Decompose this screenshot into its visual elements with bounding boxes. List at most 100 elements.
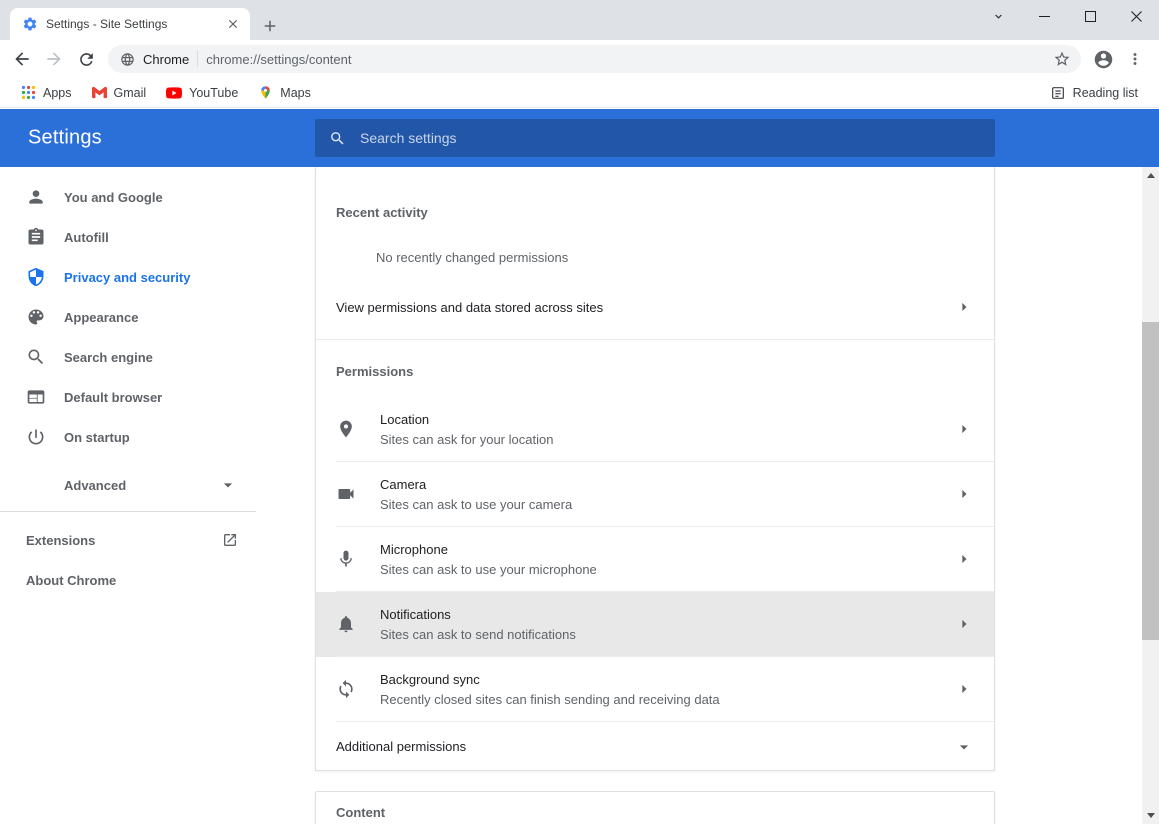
sidebar-item-search-engine[interactable]: Search engine xyxy=(0,337,256,377)
permission-subtitle: Recently closed sites can finish sending… xyxy=(380,692,720,707)
bookmark-maps[interactable]: Maps xyxy=(249,81,320,104)
permission-row-background-sync[interactable]: Background sync Recently closed sites ca… xyxy=(316,657,994,722)
expand-chevron-down-icon xyxy=(954,737,974,757)
advanced-label: Advanced xyxy=(64,478,126,493)
settings-gear-favicon-icon xyxy=(22,16,38,32)
permission-row-camera[interactable]: Camera Sites can ask to use your camera xyxy=(316,462,994,527)
content-section-card: Content xyxy=(315,791,995,824)
chevron-down-icon xyxy=(218,475,238,495)
permission-subtitle: Sites can ask to send notifications xyxy=(380,627,576,642)
sidebar-item-about-chrome[interactable]: About Chrome xyxy=(0,560,256,600)
minimize-button[interactable] xyxy=(1021,0,1067,32)
extensions-label: Extensions xyxy=(26,533,95,548)
bell-icon xyxy=(336,614,380,634)
sidebar-item-label: Privacy and security xyxy=(64,270,190,285)
forward-button[interactable] xyxy=(38,43,70,75)
arrow-right-icon xyxy=(954,549,974,569)
bookmark-gmail[interactable]: Gmail xyxy=(83,81,156,104)
reading-list-button[interactable]: Reading list xyxy=(1041,81,1147,105)
microphone-icon xyxy=(336,549,380,569)
profile-avatar-button[interactable] xyxy=(1087,43,1119,75)
globe-icon xyxy=(120,52,135,67)
bookmark-label: Gmail xyxy=(114,86,147,100)
permission-row-location[interactable]: Location Sites can ask for your location xyxy=(316,397,994,462)
arrow-right-icon xyxy=(954,614,974,634)
permission-subtitle: Sites can ask for your location xyxy=(380,432,553,447)
arrow-right-icon xyxy=(954,679,974,699)
scrollbar-down-arrow[interactable] xyxy=(1142,807,1159,824)
sidebar-item-privacy-and-security[interactable]: Privacy and security xyxy=(0,257,256,297)
recent-activity-header: Recent activity xyxy=(336,205,974,220)
content-section-header: Content xyxy=(336,805,974,820)
back-button[interactable] xyxy=(6,43,38,75)
tab-strip: Settings - Site Settings xyxy=(0,0,1159,40)
bookmarks-bar: Apps Gmail YouTube xyxy=(0,78,1159,108)
omnibox[interactable]: Chrome chrome://settings/content xyxy=(108,45,1081,73)
sidebar-item-label: Autofill xyxy=(64,230,109,245)
sidebar-item-autofill[interactable]: Autofill xyxy=(0,217,256,257)
browser-tab[interactable]: Settings - Site Settings xyxy=(10,8,250,40)
permission-subtitle: Sites can ask to use your microphone xyxy=(380,562,597,577)
sync-icon xyxy=(336,679,380,699)
maximize-button[interactable] xyxy=(1067,0,1113,32)
tab-search-button[interactable] xyxy=(975,0,1021,32)
sidebar-item-on-startup[interactable]: On startup xyxy=(0,417,256,457)
browser-window-icon xyxy=(26,387,46,407)
reload-button[interactable] xyxy=(70,43,102,75)
sidebar-item-label: Search engine xyxy=(64,350,153,365)
sidebar-item-label: On startup xyxy=(64,430,130,445)
bookmark-label: Maps xyxy=(280,86,311,100)
sidebar-divider xyxy=(0,511,256,512)
bookmark-youtube[interactable]: YouTube xyxy=(157,81,247,105)
additional-permissions-expander[interactable]: Additional permissions xyxy=(316,722,994,771)
permission-subtitle: Sites can ask to use your camera xyxy=(380,497,572,512)
sidebar-item-label: Default browser xyxy=(64,390,162,405)
additional-permissions-label: Additional permissions xyxy=(336,739,466,754)
sidebar-item-appearance[interactable]: Appearance xyxy=(0,297,256,337)
new-tab-button[interactable] xyxy=(257,13,283,39)
permissions-header: Permissions xyxy=(336,364,974,379)
sidebar-item-default-browser[interactable]: Default browser xyxy=(0,377,256,417)
camera-icon xyxy=(336,484,380,504)
permission-title: Background sync xyxy=(380,672,720,687)
permission-row-microphone[interactable]: Microphone Sites can ask to use your mic… xyxy=(316,527,994,592)
settings-header: Settings xyxy=(0,109,1159,167)
apps-grid-icon xyxy=(21,85,36,100)
arrow-right-icon xyxy=(954,419,974,439)
arrow-right-icon xyxy=(954,484,974,504)
browser-menu-button[interactable] xyxy=(1119,43,1151,75)
settings-search-box[interactable] xyxy=(315,119,995,157)
location-pin-icon xyxy=(336,419,380,439)
reading-list-icon xyxy=(1050,85,1066,101)
shield-icon xyxy=(26,267,46,287)
scrollbar-up-arrow[interactable] xyxy=(1142,167,1159,184)
bookmark-star-icon[interactable] xyxy=(1049,46,1075,72)
view-permissions-label: View permissions and data stored across … xyxy=(336,300,603,315)
page-scrollbar[interactable] xyxy=(1142,167,1159,824)
close-window-button[interactable] xyxy=(1113,0,1159,32)
scrollbar-thumb[interactable] xyxy=(1142,322,1159,640)
permission-row-notifications[interactable]: Notifications Sites can ask to send noti… xyxy=(316,592,994,657)
sidebar-item-you-and-google[interactable]: You and Google xyxy=(0,177,256,217)
settings-search-input[interactable] xyxy=(360,130,981,146)
url-text: chrome://settings/content xyxy=(206,52,1041,67)
palette-icon xyxy=(26,307,46,327)
bookmark-label: Apps xyxy=(43,86,72,100)
view-permissions-row[interactable]: View permissions and data stored across … xyxy=(316,283,994,331)
sidebar-item-label: Appearance xyxy=(64,310,138,325)
sidebar-advanced-toggle[interactable]: Advanced xyxy=(0,465,256,505)
permission-title: Camera xyxy=(380,477,572,492)
permissions-list: Location Sites can ask for your location… xyxy=(316,397,994,722)
bookmark-apps[interactable]: Apps xyxy=(12,81,81,104)
browser-window: Settings - Site Settings xyxy=(0,0,1159,824)
section-separator xyxy=(316,339,994,340)
browser-toolbar: Chrome chrome://settings/content xyxy=(0,40,1159,78)
sidebar-item-extensions[interactable]: Extensions xyxy=(0,520,256,560)
no-recent-permissions-text: No recently changed permissions xyxy=(376,250,974,265)
tab-title: Settings - Site Settings xyxy=(46,17,216,31)
settings-sidebar: You and Google Autofill Privacy and secu… xyxy=(0,167,256,600)
tab-close-icon[interactable] xyxy=(224,15,242,33)
bookmark-label: YouTube xyxy=(189,86,238,100)
url-scheme-chip: Chrome xyxy=(143,52,189,67)
window-controls xyxy=(975,0,1159,32)
